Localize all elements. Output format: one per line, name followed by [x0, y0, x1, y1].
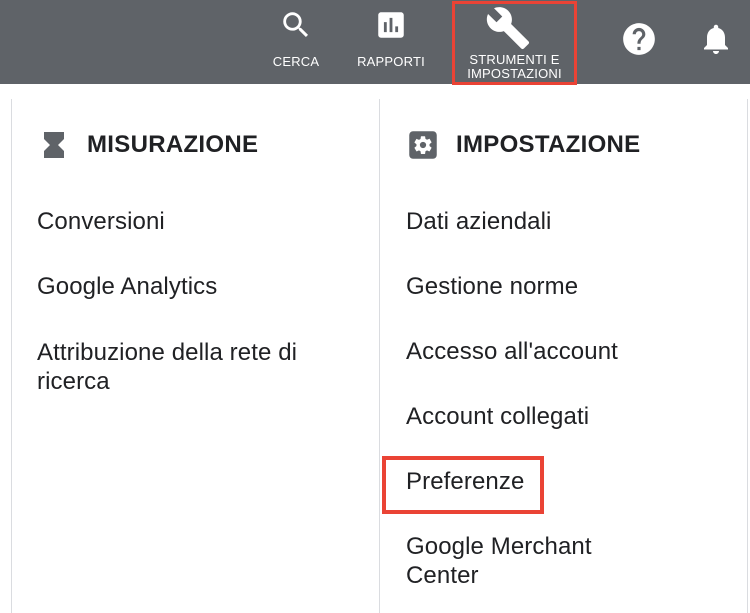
measurement-section-header: MISURAZIONE — [37, 128, 258, 162]
wrench-icon — [485, 5, 531, 56]
tools-label-line2: IMPOSTAZIONI — [467, 66, 562, 81]
help-icon — [620, 20, 658, 63]
tools-label-line1: STRUMENTI E — [469, 52, 560, 67]
menu-item-account-access[interactable]: Accesso all'account — [406, 337, 618, 366]
reports-label: RAPPORTI — [357, 54, 425, 69]
tools-and-settings-button[interactable]: STRUMENTI E IMPOSTAZIONI — [452, 1, 577, 85]
gear-icon — [406, 128, 440, 162]
search-label: CERCA — [272, 54, 320, 69]
setup-title: IMPOSTAZIONE — [456, 131, 641, 158]
menu-item-google-analytics[interactable]: Google Analytics — [37, 272, 217, 301]
column-divider — [379, 99, 380, 613]
bar-chart-icon — [374, 8, 408, 47]
menu-item-google-merchant-center[interactable]: Google Merchant Center — [406, 532, 616, 590]
menu-item-search-attribution[interactable]: Attribuzione della rete di ricerca — [37, 338, 327, 396]
menu-item-policy-manager[interactable]: Gestione norme — [406, 272, 578, 301]
menu-item-linked-accounts[interactable]: Account collegati — [406, 402, 589, 431]
setup-section-header: IMPOSTAZIONE — [406, 128, 641, 162]
bell-icon — [698, 20, 734, 63]
reports-button[interactable]: RAPPORTI — [352, 0, 430, 84]
measurement-title: MISURAZIONE — [87, 131, 259, 158]
menu-item-business-data[interactable]: Dati aziendali — [406, 207, 551, 236]
top-navigation-bar: CERCA RAPPORTI STRUMENTI E IMPOSTAZIONI — [0, 0, 750, 85]
menu-item-conversions[interactable]: Conversioni — [37, 207, 165, 236]
panel-border-left — [11, 99, 12, 613]
help-button[interactable] — [615, 0, 663, 84]
notifications-button[interactable] — [692, 0, 740, 84]
search-icon — [279, 8, 313, 47]
panel-border-right — [747, 99, 748, 613]
hourglass-icon — [37, 128, 71, 162]
preferences-highlight-box — [382, 456, 544, 514]
search-button[interactable]: CERCA — [265, 0, 327, 84]
tools-and-settings-label: STRUMENTI E IMPOSTAZIONI — [452, 53, 577, 81]
